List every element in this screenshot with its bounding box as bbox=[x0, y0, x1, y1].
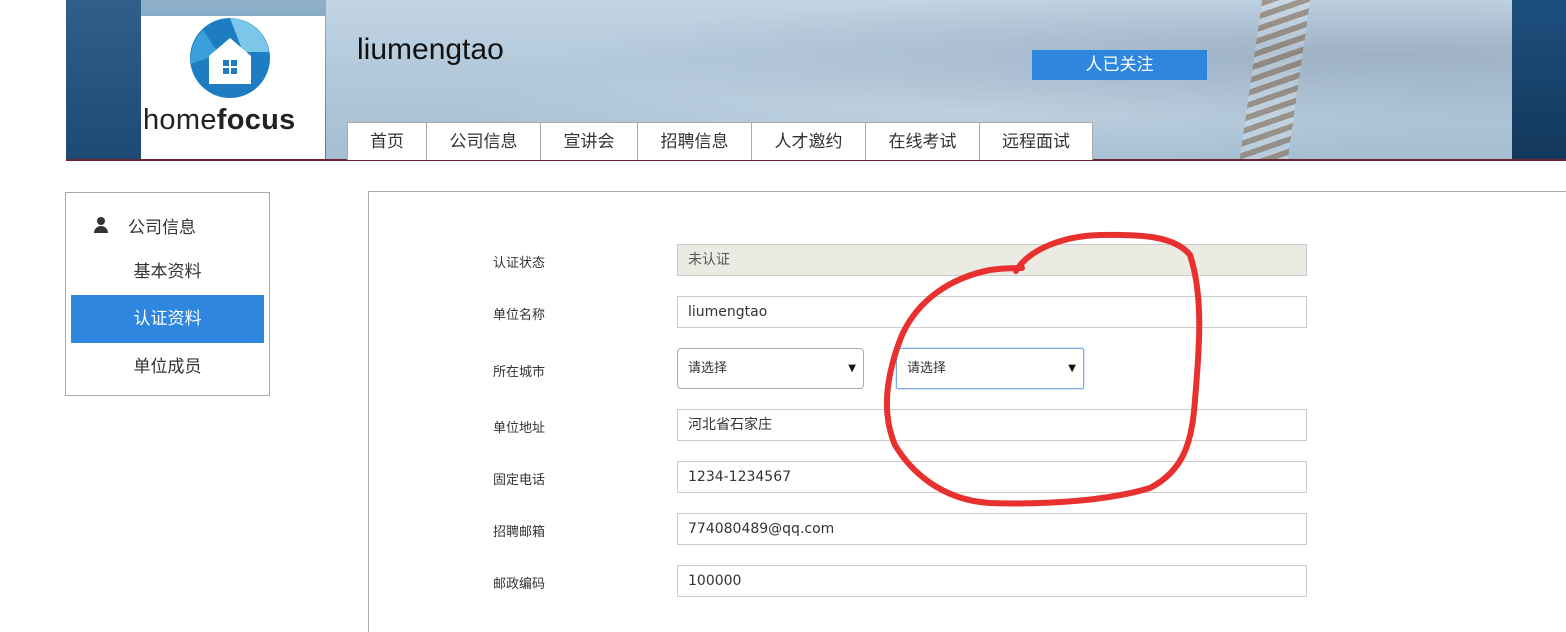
postcode-label: 邮政编码 bbox=[493, 577, 546, 592]
nav-online-exam[interactable]: 在线考试 bbox=[865, 122, 980, 160]
sidebar-item-certification[interactable]: 认证资料 bbox=[71, 295, 264, 343]
city-label: 所在城市 bbox=[493, 365, 546, 380]
status-field: 未认证 bbox=[677, 244, 1307, 276]
province-select-value: 请选择 bbox=[688, 361, 728, 376]
nav-company-info[interactable]: 公司信息 bbox=[426, 122, 541, 160]
phone-label: 固定电话 bbox=[493, 473, 546, 488]
company-name: liumengtao bbox=[357, 33, 504, 66]
city-select-value: 请选择 bbox=[907, 361, 947, 376]
phone-field[interactable]: 1234-1234567 bbox=[677, 461, 1307, 493]
follow-count-button[interactable]: 人已关注 bbox=[1032, 50, 1207, 80]
province-select[interactable]: 请选择 ▼ bbox=[677, 348, 864, 389]
status-label: 认证状态 bbox=[493, 256, 546, 271]
address-label: 单位地址 bbox=[493, 421, 546, 436]
company-name-field[interactable]: liumengtao bbox=[677, 296, 1307, 328]
sidebar-item-basic-info[interactable]: 基本资料 bbox=[71, 248, 264, 296]
banner-right-edge bbox=[1512, 0, 1566, 159]
sidebar-heading: 公司信息 bbox=[94, 213, 196, 238]
logo-wordmark: homefocus bbox=[143, 104, 296, 136]
chevron-down-icon: ▼ bbox=[848, 363, 856, 374]
company-logo: homefocus bbox=[141, 16, 325, 159]
nav-home[interactable]: 首页 bbox=[347, 122, 427, 160]
nav-recruitment[interactable]: 招聘信息 bbox=[637, 122, 752, 160]
main-nav: 首页 公司信息 宣讲会 招聘信息 人才邀约 在线考试 远程面试 bbox=[347, 122, 1093, 160]
logo-house-icon bbox=[190, 18, 270, 98]
postcode-field[interactable]: 100000 bbox=[677, 565, 1307, 597]
nav-remote-interview[interactable]: 远程面试 bbox=[979, 122, 1093, 160]
chevron-down-icon: ▼ bbox=[1068, 363, 1076, 374]
sidebar: 公司信息 基本资料 认证资料 单位成员 bbox=[65, 192, 270, 396]
city-select[interactable]: 请选择 ▼ bbox=[896, 348, 1084, 389]
sidebar-heading-label: 公司信息 bbox=[128, 217, 196, 238]
user-icon bbox=[94, 217, 108, 233]
address-field[interactable]: 河北省石家庄 bbox=[677, 409, 1307, 441]
email-label: 招聘邮箱 bbox=[493, 525, 546, 540]
nav-talent-invite[interactable]: 人才邀约 bbox=[751, 122, 866, 160]
company-name-label: 单位名称 bbox=[493, 308, 546, 323]
sidebar-item-members[interactable]: 单位成员 bbox=[71, 343, 264, 391]
nav-seminar[interactable]: 宣讲会 bbox=[540, 122, 638, 160]
email-field[interactable]: 774080489@qq.com bbox=[677, 513, 1307, 545]
banner-left-edge bbox=[66, 0, 141, 159]
